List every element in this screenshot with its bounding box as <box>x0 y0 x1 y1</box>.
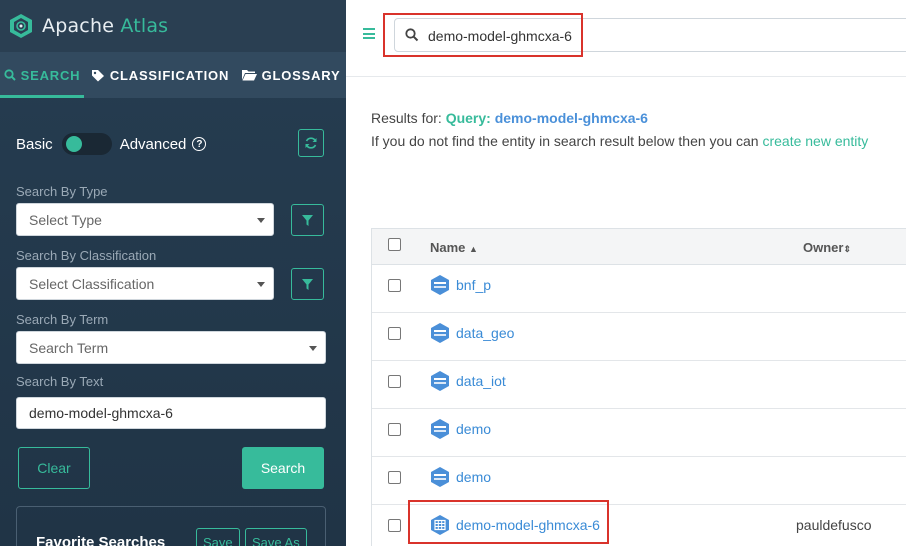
search-by-term-label: Search By Term <box>16 312 109 327</box>
refresh-button[interactable] <box>298 129 324 157</box>
search-by-classification-label: Search By Classification <box>16 248 157 263</box>
classification-select-placeholder: Select Classification <box>29 276 155 292</box>
chevron-down-icon <box>257 282 265 287</box>
not-found-line: If you do not find the entity in search … <box>371 133 868 149</box>
table-row: data_geo <box>372 313 906 361</box>
filter-icon <box>302 214 313 226</box>
search-text-input[interactable]: demo-model-ghmcxa-6 <box>16 397 326 429</box>
entity-name-link[interactable]: data_iot <box>456 373 506 389</box>
refresh-icon <box>305 137 317 149</box>
tab-classification-label: CLASSIFICATION <box>109 67 230 83</box>
table-header: Name ▲ Owner⇕ <box>372 229 906 265</box>
favorite-searches-title: Favorite Searches <box>36 534 166 546</box>
column-header-name[interactable]: Name ▲ <box>430 240 478 255</box>
save-as-button[interactable]: Save As <box>245 528 307 546</box>
results-prefix: Results for: <box>371 110 446 126</box>
classification-filter-button[interactable] <box>291 268 324 300</box>
help-icon[interactable]: ? <box>192 137 207 151</box>
filter-icon <box>302 278 313 290</box>
database-icon <box>431 275 449 295</box>
search-button[interactable]: Search <box>242 447 324 489</box>
tab-glossary-label: GLOSSARY <box>261 67 341 83</box>
basic-label: Basic <box>16 135 53 153</box>
type-select[interactable]: Select Type <box>16 203 274 236</box>
search-icon <box>4 69 16 81</box>
results-for-line: Results for: Query: demo-model-ghmcxa-6 <box>371 110 648 126</box>
entity-name-link[interactable]: data_geo <box>456 325 514 341</box>
row-checkbox[interactable] <box>388 279 401 292</box>
row-checkbox[interactable] <box>388 327 401 340</box>
chevron-down-icon <box>257 218 265 223</box>
brand-header: Apache Atlas <box>0 0 346 52</box>
select-all-checkbox[interactable] <box>388 238 401 251</box>
search-by-type-label: Search By Type <box>16 184 108 199</box>
table-row: bnf_p <box>372 265 906 313</box>
database-icon <box>431 371 449 391</box>
term-select[interactable]: Search Term <box>16 331 326 364</box>
not-found-text: If you do not find the entity in search … <box>371 133 763 149</box>
row-checkbox[interactable] <box>388 375 401 388</box>
table-row: demo <box>372 457 906 505</box>
folder-open-icon <box>241 69 257 81</box>
type-select-placeholder: Select Type <box>29 212 102 228</box>
entity-name-link[interactable]: bnf_p <box>456 277 491 293</box>
type-filter-button[interactable] <box>291 204 324 236</box>
sort-asc-icon: ▲ <box>469 244 478 254</box>
term-select-placeholder: Search Term <box>29 340 109 356</box>
tag-icon <box>91 69 105 82</box>
entity-owner: pauldefusco <box>796 517 872 533</box>
query-label: Query: <box>445 110 491 126</box>
basic-advanced-switch[interactable] <box>61 133 112 155</box>
favorite-searches-panel: Favorite Searches Save Save As <box>16 506 326 546</box>
sidebar: Apache Atlas SEARCH CLASSIFICATION GLOSS… <box>0 0 346 546</box>
tab-glossary[interactable]: GLOSSARY <box>236 52 346 98</box>
results-table: Name ▲ Owner⇕ bnf_p data_geo data_iot de… <box>371 228 906 546</box>
classification-select[interactable]: Select Classification <box>16 267 274 300</box>
advanced-label: Advanced <box>119 135 187 153</box>
table-row: demo <box>372 409 906 457</box>
sidebar-tabs: SEARCH CLASSIFICATION GLOSSARY <box>0 52 346 98</box>
atlas-logo-icon <box>10 14 32 38</box>
tab-search-label: SEARCH <box>20 67 81 83</box>
brand-name[interactable]: Apache Atlas <box>42 15 168 37</box>
save-button[interactable]: Save <box>196 528 240 546</box>
tab-search[interactable]: SEARCH <box>0 52 84 98</box>
switch-knob <box>65 136 82 152</box>
query-value: demo-model-ghmcxa-6 <box>490 110 648 126</box>
table-row: data_iot <box>372 361 906 409</box>
highlight-box-result <box>408 500 609 544</box>
entity-name-link[interactable]: demo <box>456 421 491 437</box>
row-checkbox[interactable] <box>388 423 401 436</box>
menu-icon[interactable] <box>363 28 375 42</box>
entity-name-link[interactable]: demo <box>456 469 491 485</box>
chevron-down-icon <box>309 346 317 351</box>
column-header-owner[interactable]: Owner⇕ <box>803 240 851 255</box>
highlight-box-search <box>383 13 583 57</box>
tab-classification[interactable]: CLASSIFICATION <box>84 52 236 98</box>
database-icon <box>431 419 449 439</box>
row-checkbox[interactable] <box>388 519 401 532</box>
clear-button[interactable]: Clear <box>18 447 90 489</box>
row-checkbox[interactable] <box>388 471 401 484</box>
search-by-text-label: Search By Text <box>16 374 104 389</box>
database-icon <box>431 323 449 343</box>
database-icon <box>431 467 449 487</box>
search-mode-toggle-row: Basic Advanced ? <box>16 130 326 158</box>
sort-icon: ⇕ <box>843 244 852 254</box>
create-entity-link[interactable]: create new entity <box>762 133 868 149</box>
